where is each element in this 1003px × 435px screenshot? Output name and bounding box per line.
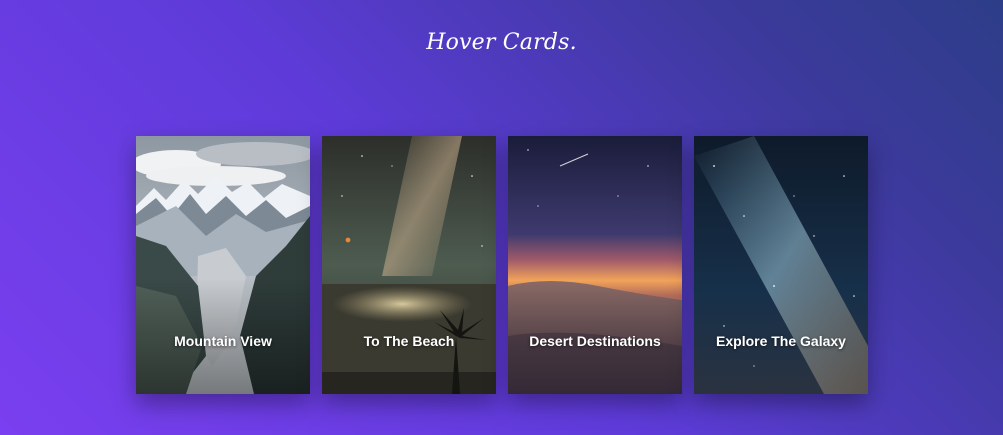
card-title: Explore The Galaxy	[716, 333, 846, 349]
desert-destinations-image	[508, 136, 682, 394]
to-the-beach-image	[322, 136, 496, 394]
mountain-view-image	[136, 136, 310, 394]
card-explore-the-galaxy[interactable]: Explore The Galaxy	[694, 136, 868, 394]
card-mountain-view[interactable]: Mountain View	[136, 136, 310, 394]
card-title: Desert Destinations	[529, 333, 661, 349]
card-desert-destinations[interactable]: Desert Destinations	[508, 136, 682, 394]
explore-the-galaxy-image	[694, 136, 868, 394]
card-title: To The Beach	[363, 333, 455, 349]
page-title: Hover Cards.	[426, 30, 577, 55]
card-title: Mountain View	[174, 333, 272, 349]
card-to-the-beach[interactable]: To The Beach	[322, 136, 496, 394]
card-grid: Mountain View To The Beach Desert Destin…	[136, 136, 870, 394]
